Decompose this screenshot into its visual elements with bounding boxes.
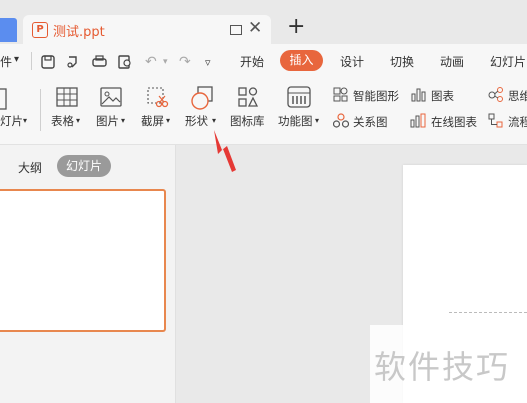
online-chart-button[interactable]: 在线图表 [431,114,477,130]
picture-button[interactable]: 图片 [96,113,119,129]
menu-insert[interactable]: 插入 [280,50,323,71]
home-tab[interactable] [0,18,17,42]
undo-icon[interactable]: ↶ [145,54,157,70]
window-mode-icon[interactable] [230,25,242,35]
slide-panel: 大纲 幻灯片 [0,145,176,403]
chevron-down-icon[interactable]: ▾ [315,116,319,125]
watermark-text: 软件技巧 [374,348,511,386]
online-chart-icon[interactable] [410,113,426,128]
new-tab-button[interactable]: + [287,14,305,39]
tab-outline[interactable]: 大纲 [18,159,42,176]
smart-graphic-icon[interactable] [333,87,348,102]
chevron-down-icon[interactable]: ▾ [121,116,125,125]
shapes-icon[interactable] [189,85,215,111]
chevron-down-icon[interactable]: ▾ [23,116,27,125]
menu-file[interactable]: 件 [0,53,12,70]
new-slide-icon[interactable] [0,88,8,110]
title-bar: P 测试.ppt ✕ + [0,0,527,45]
divider [31,52,32,70]
ppt-file-icon: P [32,22,48,38]
placeholder-border [449,312,527,314]
print-icon[interactable] [92,55,107,69]
close-tab-icon[interactable]: ✕ [248,18,262,38]
relation-diagram-button[interactable]: 关系图 [353,114,388,130]
chevron-down-icon[interactable]: ▾ [212,116,216,125]
ribbon: 灯片 ▾ 表格 ▾ 图片 ▾ 截屏 ▾ 形状 ▾ 图标库 功能图 ▾ 智能图形 … [0,79,527,145]
slide-thumbnail[interactable] [0,189,166,332]
menu-transition[interactable]: 切换 [390,53,414,70]
document-tab-title: 测试.ppt [53,25,105,40]
mind-map-button[interactable]: 思维 [508,88,527,104]
chevron-down-icon[interactable]: ▾ [163,57,168,67]
customize-dropdown-icon[interactable]: ▿ [205,56,211,69]
preview-icon[interactable] [118,55,133,69]
shapes-button[interactable]: 形状 [185,113,208,129]
document-tab[interactable]: P 测试.ppt ✕ [23,15,271,45]
flowchart-button[interactable]: 流程 [508,114,527,130]
screenshot-button[interactable]: 截屏 [141,113,164,129]
chevron-down-icon[interactable]: ▾ [14,54,19,65]
relation-diagram-icon[interactable] [333,113,349,128]
export-icon[interactable] [66,55,80,69]
icon-library-button[interactable]: 图标库 [230,113,265,129]
divider [40,89,41,131]
menu-bar: 件 ▾ ↶ ▾ ↷ ▿ 开始 插入 设计 切换 动画 幻灯片 [0,44,527,79]
function-diagram-icon[interactable] [287,86,311,108]
function-diagram-button[interactable]: 功能图 [278,113,313,129]
save-icon[interactable] [41,55,55,69]
mind-map-icon[interactable] [488,87,503,102]
smart-graphic-button[interactable]: 智能图形 [353,88,399,104]
annotation-arrow-icon [214,130,236,172]
menu-animation[interactable]: 动画 [440,53,464,70]
flowchart-icon[interactable] [488,113,503,128]
menu-slideshow[interactable]: 幻灯片 [490,53,526,70]
menu-start[interactable]: 开始 [240,53,264,70]
tab-slides[interactable]: 幻灯片 [57,155,111,177]
chart-button[interactable]: 图表 [431,88,454,104]
chevron-down-icon[interactable]: ▾ [166,116,170,125]
menu-design[interactable]: 设计 [340,53,364,70]
picture-icon[interactable] [100,87,122,107]
chart-icon[interactable] [411,87,426,102]
table-icon[interactable] [56,87,78,107]
table-button[interactable]: 表格 [51,113,74,129]
screenshot-icon[interactable] [145,85,169,109]
redo-icon[interactable]: ↷ [179,54,191,70]
chevron-down-icon[interactable]: ▾ [76,116,80,125]
new-slide-label[interactable]: 灯片 [0,113,23,129]
icon-library-icon[interactable] [237,86,259,108]
